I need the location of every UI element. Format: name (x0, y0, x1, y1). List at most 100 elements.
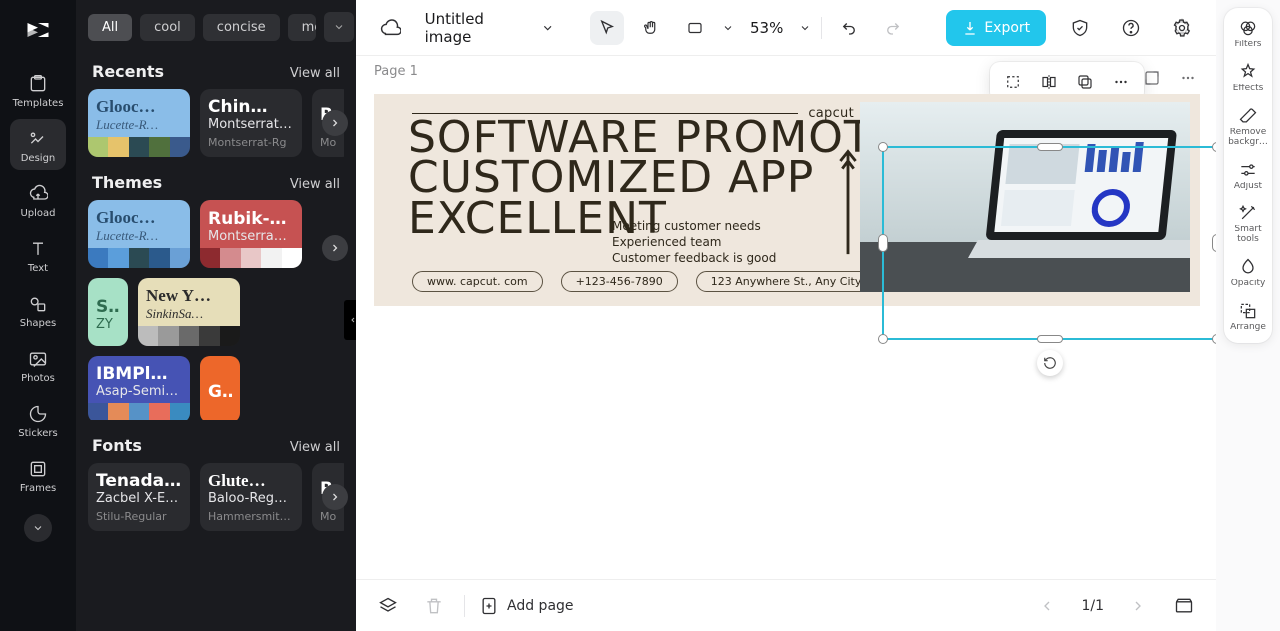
resize-handle-tl[interactable] (878, 142, 888, 152)
themes-card[interactable]: Sp…ZY (88, 278, 128, 346)
card-title: Glooc… (96, 97, 182, 117)
view-all-link[interactable]: View all (290, 440, 340, 455)
recents-section: Recents View all Glooc… Lucette-R… Chin…… (76, 48, 356, 159)
themes-card[interactable]: Gra… (200, 356, 240, 420)
section-title: Recents (92, 62, 164, 81)
rail-opacity[interactable]: Opacity (1224, 257, 1272, 289)
bullet-list[interactable]: Meeting customer needs Experienced team … (612, 218, 776, 267)
carousel-next-button[interactable] (322, 235, 348, 261)
settings-button[interactable] (1165, 11, 1198, 45)
fonts-card[interactable]: Tenada-…Zacbel X-E… Stilu-Regular (88, 463, 190, 531)
recents-card[interactable]: Chin… Montserrat-… Montserrat-Rg (200, 89, 302, 157)
crop-button[interactable] (998, 67, 1028, 97)
recents-card[interactable]: Glooc… Lucette-R… (88, 89, 190, 157)
chevron-right-icon (1130, 598, 1146, 614)
app-logo[interactable] (10, 10, 66, 50)
card-sub: Asap-SemiB… (96, 384, 182, 399)
bullet-item: Meeting customer needs (612, 218, 776, 234)
resize-handle-top[interactable] (1037, 143, 1063, 151)
page-more-button[interactable] (1174, 64, 1202, 92)
add-page-button[interactable]: Add page (479, 596, 574, 616)
contact-pill[interactable]: 123 Anywhere St., Any City (696, 271, 877, 292)
carousel-next-button[interactable] (322, 110, 348, 136)
chevron-down-icon (799, 22, 811, 34)
add-page-icon (479, 596, 499, 616)
nav-shapes[interactable]: Shapes (10, 284, 66, 335)
nav-more[interactable] (24, 514, 52, 542)
rail-smart-tools[interactable]: Smart tools (1224, 203, 1272, 245)
contact-pill[interactable]: +123-456-7890 (561, 271, 678, 292)
nav-text[interactable]: Text (10, 229, 66, 280)
nav-photos[interactable]: Photos (10, 339, 66, 390)
rail-effects[interactable]: Effects (1224, 62, 1272, 94)
duplicate-button[interactable] (1070, 67, 1100, 97)
selection-box[interactable] (882, 146, 1216, 340)
fonts-card[interactable]: Glute…Baloo-Reg… HammersmithOn… (200, 463, 302, 531)
banner-artboard[interactable]: capcut SOFTWARE PROMOTION CUSTOMIZED APP… (374, 94, 1200, 306)
resize-handle-right[interactable] (1212, 234, 1216, 252)
cloud-sync-button[interactable] (374, 11, 407, 45)
card-sub: Lucette-R… (96, 228, 182, 244)
card-title: New Y… (146, 286, 232, 306)
nav-upload[interactable]: Upload (10, 174, 66, 225)
resize-handle-left[interactable] (878, 234, 888, 252)
upload-icon (28, 184, 48, 204)
rail-adjust[interactable]: Adjust (1224, 160, 1272, 192)
nav-stickers[interactable]: Stickers (10, 394, 66, 445)
nav-frames[interactable]: Frames (10, 449, 66, 500)
hand-tool-button[interactable] (634, 11, 668, 45)
nav-label: Photos (21, 373, 55, 384)
flip-button[interactable] (1034, 67, 1064, 97)
layers-button[interactable] (372, 590, 404, 622)
zoom-value: 53% (744, 19, 789, 37)
rail-label: Effects (1233, 84, 1264, 94)
arrange-icon (1238, 301, 1258, 321)
resize-handle-bl[interactable] (878, 334, 888, 344)
present-button[interactable] (1168, 590, 1200, 622)
rail-arrange[interactable]: Arrange (1224, 301, 1272, 333)
view-all-link[interactable]: View all (290, 66, 340, 81)
themes-card[interactable]: New Y…SinkinSa… (138, 278, 240, 346)
export-button[interactable]: Export (946, 10, 1046, 46)
select-tool-button[interactable] (590, 11, 624, 45)
view-all-link[interactable]: View all (290, 177, 340, 192)
zoom-dropdown[interactable]: 53% (744, 19, 811, 37)
frames-icon (28, 459, 48, 479)
card-title: Glute… (208, 471, 294, 491)
themes-card[interactable]: IBMPl…Asap-SemiB… (88, 356, 190, 420)
section-title: Fonts (92, 436, 142, 455)
rail-remove-bg[interactable]: Remove backgr… (1224, 106, 1272, 148)
resize-handle-tr[interactable] (1212, 142, 1216, 152)
card-title: Gra… (208, 382, 232, 402)
resize-handle-br[interactable] (1212, 334, 1216, 344)
resize-handle-bottom[interactable] (1037, 335, 1063, 343)
context-more-button[interactable] (1106, 67, 1136, 97)
file-title-dropdown[interactable]: Untitled image (425, 10, 554, 46)
chip-modern[interactable]: modern (288, 14, 316, 41)
chip-concise[interactable]: concise (203, 14, 280, 41)
chip-more[interactable] (324, 12, 354, 42)
themes-card[interactable]: Glooc…Lucette-R… (88, 200, 190, 268)
card-title: Chin… (208, 97, 294, 117)
nav-design[interactable]: Design (10, 119, 66, 170)
nav-templates[interactable]: Templates (10, 64, 66, 115)
rotate-handle[interactable] (1037, 350, 1063, 376)
help-button[interactable] (1115, 11, 1148, 45)
themes-card[interactable]: Rubik-…Montserra… (200, 200, 302, 268)
palette-swatch (88, 137, 190, 157)
help-icon (1121, 18, 1141, 38)
chip-cool[interactable]: cool (140, 14, 195, 41)
resize-canvas-dropdown[interactable] (678, 11, 734, 45)
arrow-up-graphic[interactable] (836, 142, 860, 256)
bullet-item: Experienced team (612, 234, 776, 250)
undo-button[interactable] (832, 11, 866, 45)
contact-pill[interactable]: www. capcut. com (412, 271, 543, 292)
shield-button[interactable] (1064, 11, 1097, 45)
canvas[interactable]: Page 1 capcut SOFTWARE PROMOTION CUSTOMI… (356, 56, 1216, 579)
rail-filters[interactable]: Filters (1224, 18, 1272, 50)
rotate-icon (1043, 356, 1057, 370)
layers-icon (378, 596, 398, 616)
panel-collapse-button[interactable] (344, 300, 356, 340)
carousel-next-button[interactable] (322, 484, 348, 510)
chip-all[interactable]: All (88, 14, 132, 41)
